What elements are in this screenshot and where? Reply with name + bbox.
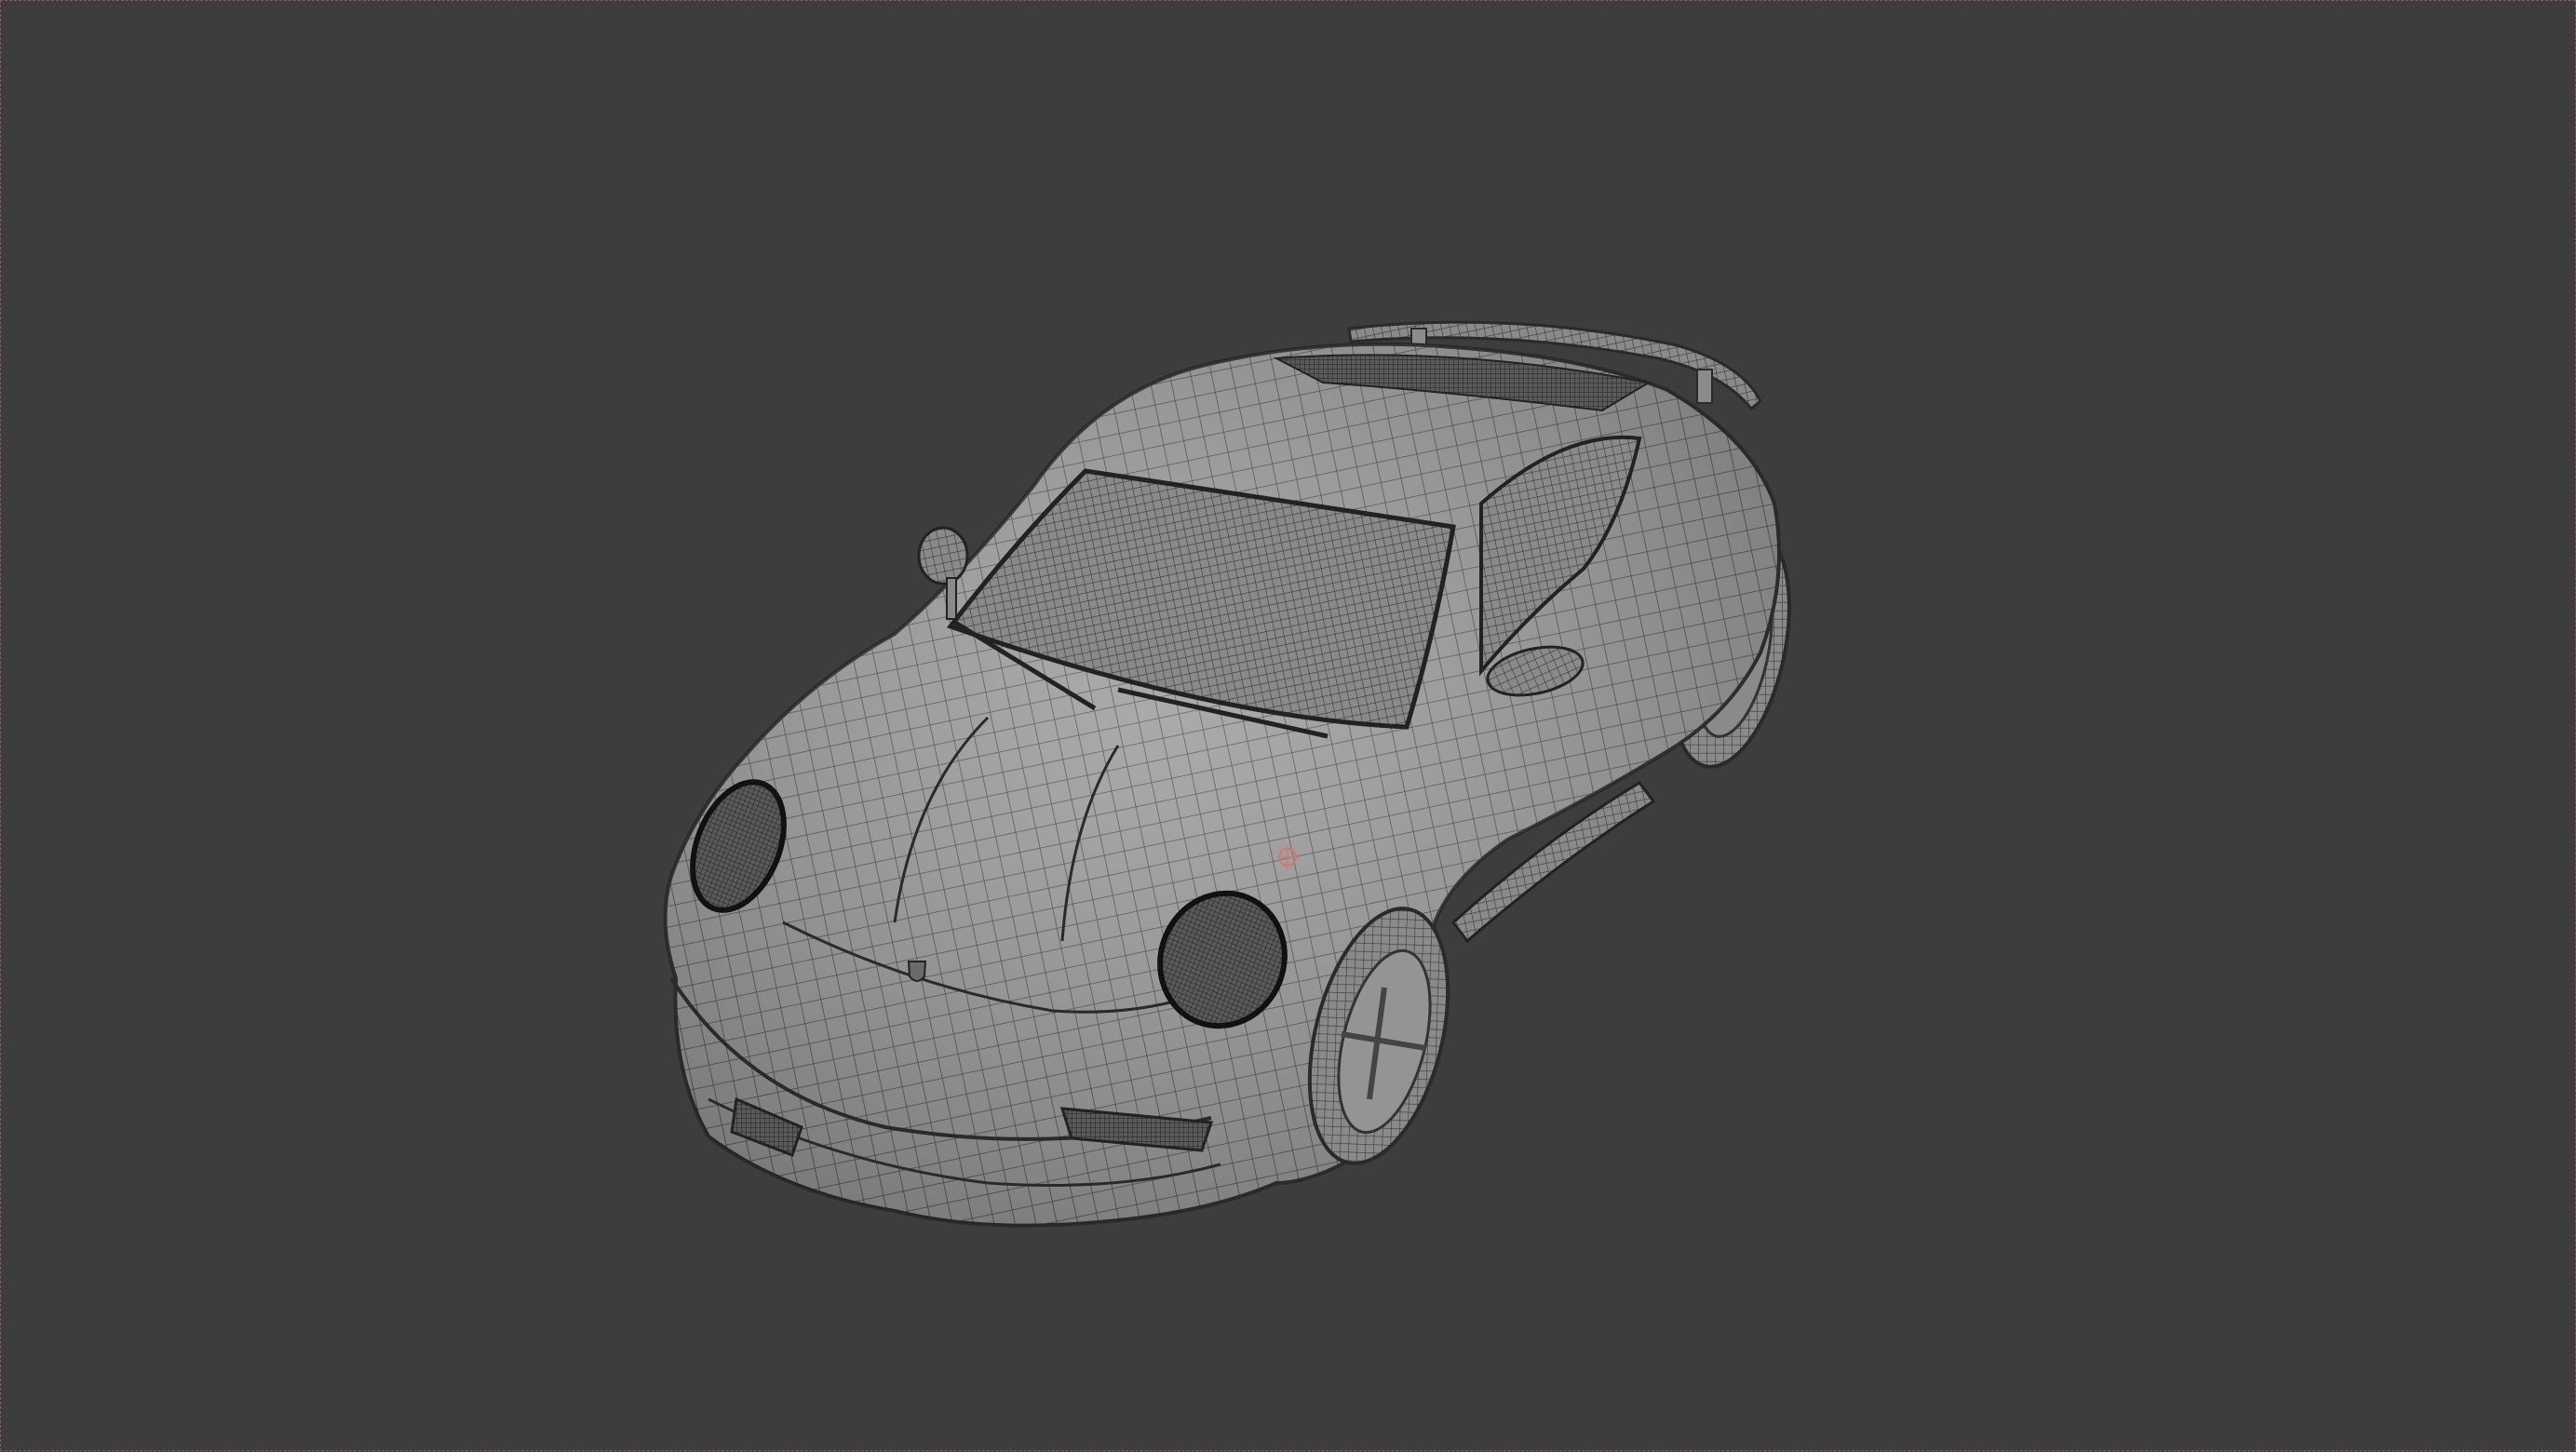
object-origin-icon[interactable] xyxy=(1275,844,1301,870)
hood-badge-icon xyxy=(907,961,927,982)
car-mesh-wireframe[interactable] xyxy=(1,1,2576,1452)
3d-viewport[interactable] xyxy=(0,0,2576,1451)
